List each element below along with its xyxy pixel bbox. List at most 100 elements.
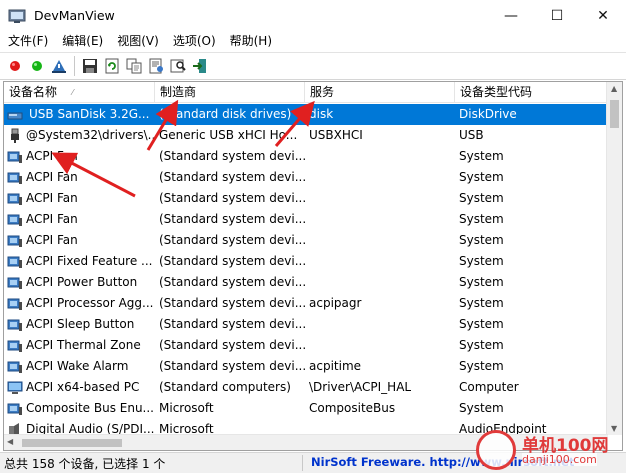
horizontal-scroll-thumb[interactable] bbox=[22, 439, 122, 447]
table-row[interactable]: USB SanDisk 3.2G... (Standard disk drives… bbox=[4, 104, 608, 125]
column-header-device-type[interactable]: 设备类型代码 bbox=[455, 82, 608, 103]
menu-options[interactable]: 选项(O) bbox=[166, 31, 223, 51]
cell-device-type: System bbox=[459, 233, 504, 247]
menu-view[interactable]: 视图(V) bbox=[110, 31, 166, 51]
table-row[interactable]: ACPI Fan (Standard system devi... System bbox=[4, 146, 608, 167]
cell-service bbox=[305, 167, 455, 188]
toolbar bbox=[0, 52, 626, 80]
table-row[interactable]: ACPI Sleep Button (Standard system devi..… bbox=[4, 314, 608, 335]
cell-device-name: Composite Bus Enu... bbox=[4, 398, 155, 419]
table-row[interactable]: ACPI Fan (Standard system devi... System bbox=[4, 209, 608, 230]
cell-device-type: USB bbox=[459, 128, 484, 142]
system-device-icon bbox=[7, 149, 23, 165]
scroll-up-arrow-icon[interactable]: ▲ bbox=[611, 84, 617, 93]
system-device-icon bbox=[7, 338, 23, 354]
cell-service: USBXHCI bbox=[309, 128, 363, 142]
cell-device-name: ACPI Wake Alarm bbox=[4, 356, 155, 377]
vertical-scrollbar[interactable]: ▲ ▼ bbox=[606, 82, 622, 435]
close-button[interactable]: ✕ bbox=[580, 0, 626, 31]
copy-button[interactable] bbox=[123, 55, 145, 77]
menu-edit[interactable]: 编辑(E) bbox=[55, 31, 110, 51]
cell-device-name: @System32\drivers\... bbox=[4, 125, 155, 146]
cell-device-name: ACPI Fan bbox=[4, 167, 155, 188]
cell-manufacturer: (Standard system devi... bbox=[159, 233, 305, 247]
table-row[interactable]: ACPI Processor Agg... (Standard system de… bbox=[4, 293, 608, 314]
menu-bar: 文件(F) 编辑(E) 视图(V) 选项(O) 帮助(H) bbox=[0, 31, 626, 51]
minimize-button[interactable]: — bbox=[488, 0, 534, 31]
cell-manufacturer: (Standard system devi... bbox=[159, 254, 305, 268]
cell-device-type: System bbox=[459, 359, 504, 373]
save-button[interactable] bbox=[79, 55, 101, 77]
vertical-scroll-thumb[interactable] bbox=[610, 100, 619, 128]
cell-device-name: ACPI Fan bbox=[4, 230, 155, 251]
cell-service bbox=[305, 335, 455, 356]
enable-icon bbox=[10, 61, 20, 71]
refresh-button[interactable] bbox=[101, 55, 123, 77]
menu-help[interactable]: 帮助(H) bbox=[223, 31, 279, 51]
cell-manufacturer: (Standard disk drives) bbox=[155, 104, 305, 125]
cell-manufacturer: (Standard system devi... bbox=[159, 212, 305, 226]
cell-device-name: ACPI Sleep Button bbox=[4, 314, 155, 335]
find-button[interactable] bbox=[167, 55, 189, 77]
cell-service bbox=[305, 230, 455, 251]
exit-button[interactable] bbox=[189, 55, 211, 77]
device-list[interactable]: 设备名称 ⁄ 制造商 服务 设备类型代码 USB SanDisk 3.2G...… bbox=[3, 81, 623, 451]
system-device-icon bbox=[7, 296, 23, 312]
cell-device-name: ACPI Fixed Feature ... bbox=[4, 251, 155, 272]
cell-manufacturer: (Standard system devi... bbox=[159, 191, 305, 205]
table-row[interactable]: ACPI Fan (Standard system devi... System bbox=[4, 167, 608, 188]
system-device-icon bbox=[7, 317, 23, 333]
scroll-down-arrow-icon[interactable]: ▼ bbox=[611, 424, 617, 433]
cell-device-type: DiskDrive bbox=[455, 104, 608, 125]
title-bar: DevManView — ☐ ✕ bbox=[0, 0, 626, 31]
sort-ascending-icon: ⁄ bbox=[72, 88, 74, 97]
table-row[interactable]: ACPI Fan (Standard system devi... System bbox=[4, 188, 608, 209]
cell-manufacturer: (Standard system devi... bbox=[159, 170, 305, 184]
cell-device-type: System bbox=[459, 191, 504, 205]
cell-device-type: System bbox=[459, 296, 504, 310]
list-rows: USB SanDisk 3.2G... (Standard disk drives… bbox=[4, 104, 608, 440]
column-header-service[interactable]: 服务 bbox=[305, 82, 455, 103]
cell-service bbox=[305, 314, 455, 335]
disable-icon bbox=[32, 61, 42, 71]
scroll-left-arrow-icon[interactable]: ◀ bbox=[7, 437, 13, 446]
table-row[interactable]: ACPI Fan (Standard system devi... System bbox=[4, 230, 608, 251]
status-bar: 总共 158 个设备, 已选择 1 个 NirSoft Freeware. ht… bbox=[0, 452, 626, 473]
table-row[interactable]: @System32\drivers\... Generic USB xHCI Ho… bbox=[4, 125, 608, 146]
refresh-icon bbox=[105, 58, 119, 74]
table-row[interactable]: Composite Bus Enu... Microsoft CompositeBu… bbox=[4, 398, 608, 419]
enable-button[interactable] bbox=[4, 55, 26, 77]
cell-service bbox=[305, 272, 455, 293]
cell-manufacturer: (Standard system devi... bbox=[159, 359, 305, 373]
table-row[interactable]: ACPI Fixed Feature ... (Standard system d… bbox=[4, 251, 608, 272]
table-row[interactable]: ACPI Thermal Zone (Standard system devi..… bbox=[4, 335, 608, 356]
maximize-button[interactable]: ☐ bbox=[534, 0, 580, 31]
html-report-button[interactable] bbox=[145, 55, 167, 77]
cell-device-name: ACPI Fan bbox=[4, 188, 155, 209]
disable-button[interactable] bbox=[26, 55, 48, 77]
properties-button[interactable] bbox=[48, 55, 70, 77]
window-title: DevManView bbox=[34, 8, 115, 23]
devmanview-app-icon bbox=[8, 9, 26, 23]
table-row[interactable]: ACPI Power Button (Standard system devi..… bbox=[4, 272, 608, 293]
status-device-count: 总共 158 个设备, 已选择 1 个 bbox=[4, 457, 166, 471]
table-row[interactable]: ACPI Wake Alarm (Standard system devi... a… bbox=[4, 356, 608, 377]
system-device-icon bbox=[7, 275, 23, 291]
system-device-icon bbox=[7, 401, 23, 417]
usb-drive-icon bbox=[7, 107, 23, 123]
cell-service bbox=[305, 188, 455, 209]
horizontal-scrollbar[interactable]: ◀ bbox=[4, 434, 608, 450]
column-header-device-name[interactable]: 设备名称 ⁄ bbox=[4, 82, 155, 103]
table-row[interactable]: ACPI x64-based PC (Standard computers) \Dr… bbox=[4, 377, 608, 398]
cell-device-type: System bbox=[459, 170, 504, 184]
system-device-icon bbox=[7, 254, 23, 270]
column-header-manufacturer[interactable]: 制造商 bbox=[155, 82, 305, 103]
cell-service bbox=[305, 146, 455, 167]
status-nirsoft-link[interactable]: NirSoft Freeware. http://www.nirsoft.net bbox=[311, 455, 574, 469]
menu-file[interactable]: 文件(F) bbox=[1, 31, 55, 51]
copy-icon bbox=[126, 58, 142, 74]
cell-device-type: System bbox=[459, 338, 504, 352]
properties-icon bbox=[52, 60, 66, 73]
cell-service: \Driver\ACPI_HAL bbox=[309, 380, 412, 394]
system-device-icon bbox=[7, 170, 23, 186]
